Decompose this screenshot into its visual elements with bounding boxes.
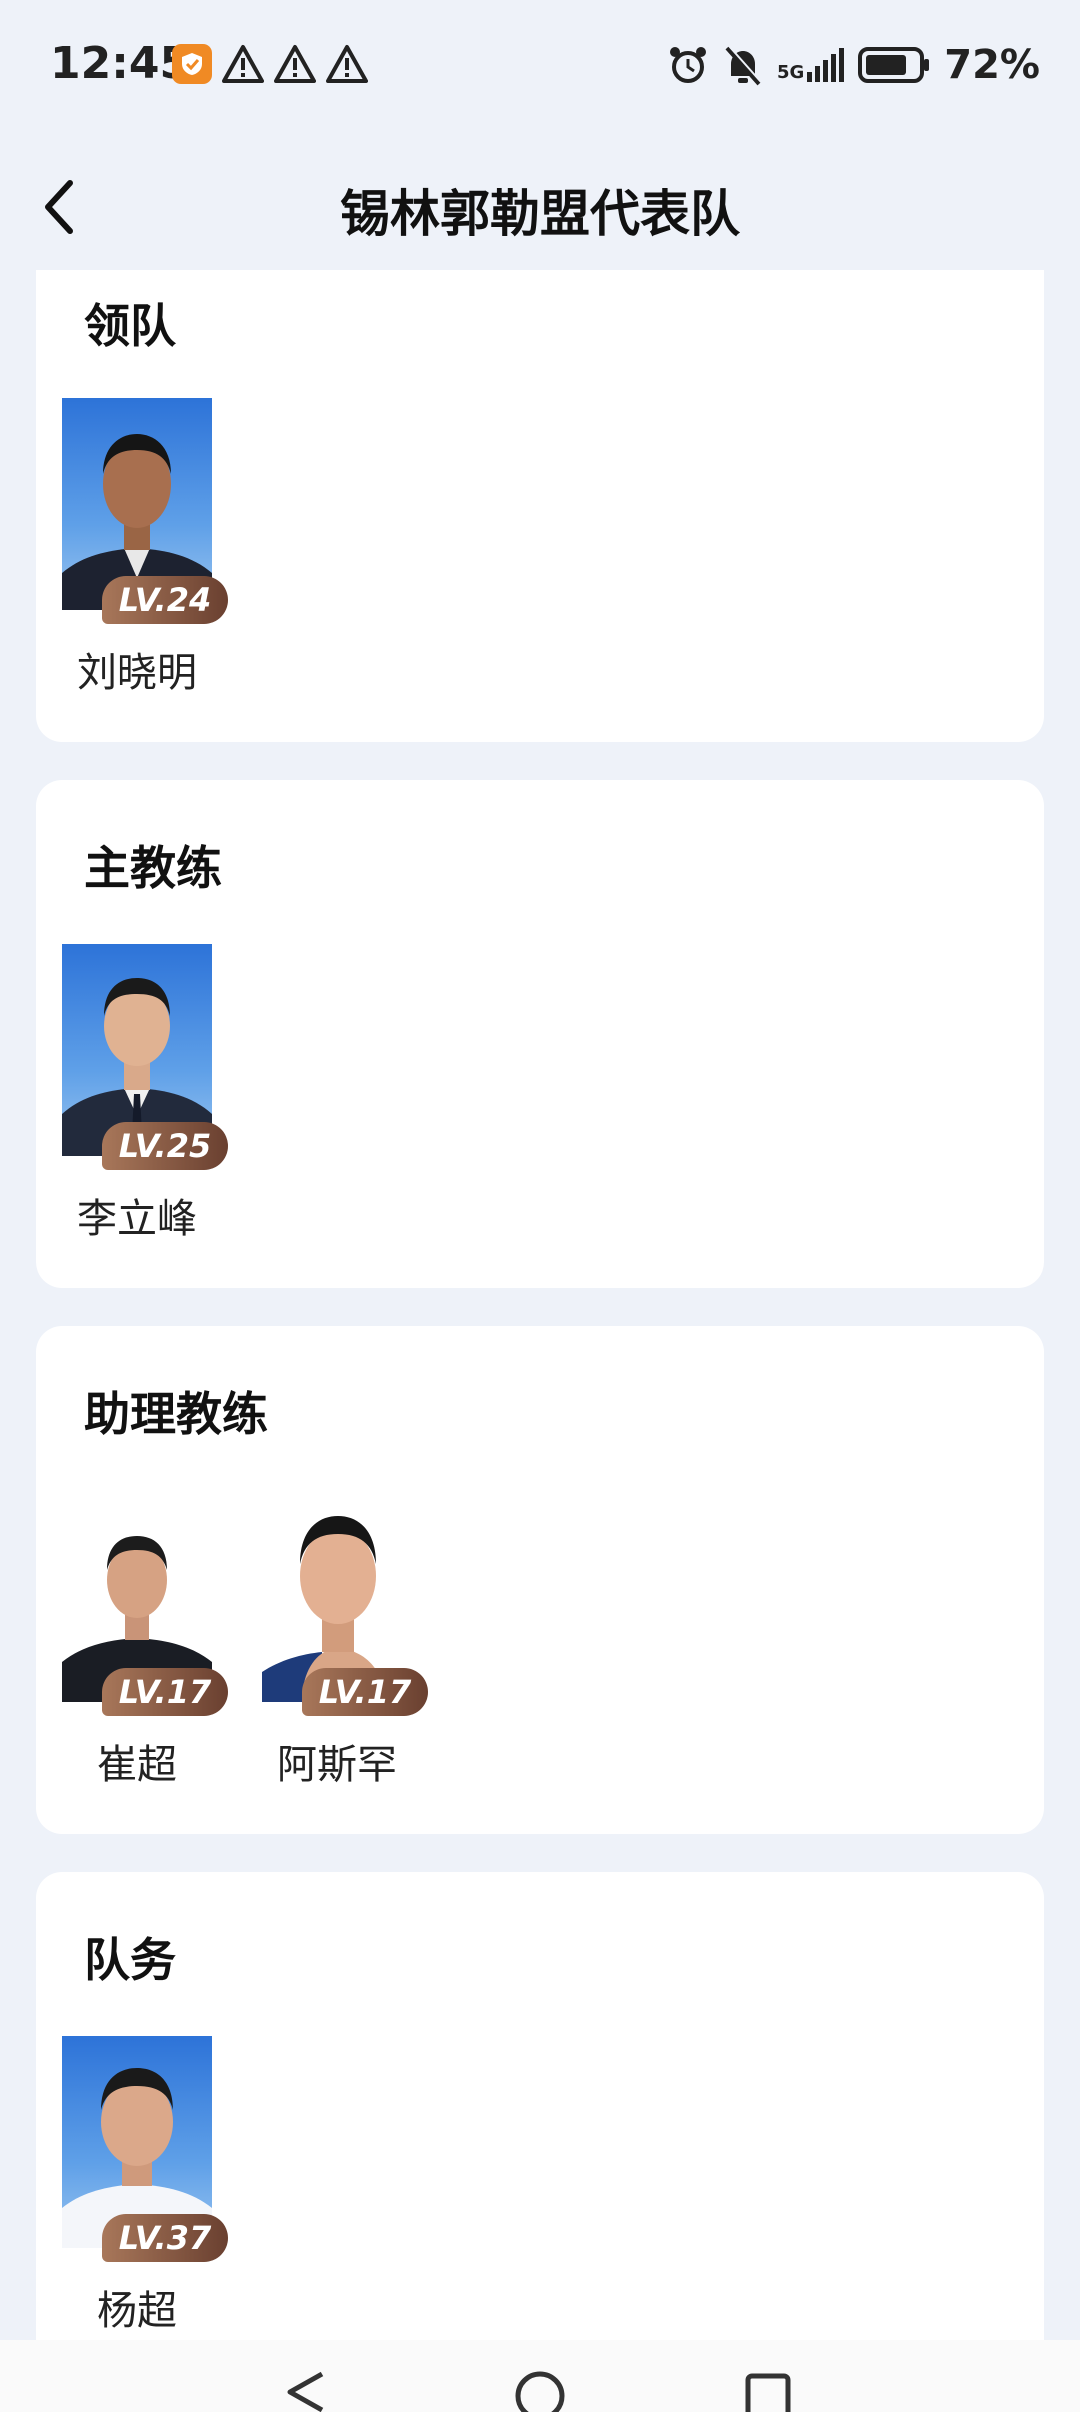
signal-icon: 5G	[777, 48, 845, 82]
section-card-head-coach: 主教练 LV.25 李立峰	[36, 780, 1044, 1288]
notification-icons	[172, 44, 368, 84]
section-card-leader: 领队 LV.24 刘晓明	[36, 270, 1044, 742]
level-badge: LV.25	[102, 1122, 228, 1170]
member-name: 崔超	[97, 1742, 177, 1788]
warning-icon	[222, 45, 264, 83]
member-card[interactable]: LV.17 阿斯罕	[262, 1490, 432, 1788]
member-card[interactable]: LV.24 刘晓明	[62, 398, 232, 696]
member-name: 阿斯罕	[277, 1742, 397, 1788]
status-time: 12:45	[50, 38, 191, 89]
system-icons: 5G 72%	[667, 42, 1040, 88]
section-card-assistant-coach: 助理教练 LV.17 崔超 LV.17 阿斯罕	[36, 1326, 1044, 1834]
section-title: 队务	[84, 1933, 176, 1987]
mute-bell-icon	[725, 45, 762, 86]
page-title: 锡林郭勒盟代表队	[340, 185, 740, 243]
section-title: 助理教练	[84, 1387, 268, 1441]
member-card[interactable]: LV.17 崔超	[62, 1490, 232, 1788]
nav-home-circle-icon[interactable]	[514, 2370, 566, 2412]
warning-icon	[274, 45, 316, 83]
battery-percentage: 72%	[944, 42, 1040, 88]
level-badge: LV.17	[102, 1668, 228, 1716]
member-card[interactable]: LV.37 杨超	[62, 2036, 232, 2334]
member-card[interactable]: LV.25 李立峰	[62, 944, 232, 1242]
section-title: 领队	[84, 299, 176, 353]
level-badge: LV.24	[102, 576, 228, 624]
section-title: 主教练	[84, 841, 222, 895]
level-badge: LV.37	[102, 2214, 228, 2262]
battery-icon	[858, 47, 930, 83]
system-nav-bar	[0, 2340, 1080, 2412]
app-notification-icon	[172, 44, 212, 84]
level-badge: LV.17	[302, 1668, 428, 1716]
nav-recents-square-icon[interactable]	[744, 2370, 792, 2412]
member-name: 李立峰	[77, 1196, 197, 1242]
section-card-team-affairs: 队务 LV.37 杨超	[36, 1872, 1044, 2412]
alarm-icon	[669, 47, 706, 83]
warning-icon	[326, 45, 368, 83]
member-name: 杨超	[97, 2288, 177, 2334]
member-name: 刘晓明	[77, 650, 197, 696]
nav-back-triangle-icon[interactable]	[282, 2370, 330, 2412]
header: 锡林郭勒盟代表队	[0, 150, 1080, 260]
status-bar: 12:45 5G 72%	[0, 0, 1080, 140]
